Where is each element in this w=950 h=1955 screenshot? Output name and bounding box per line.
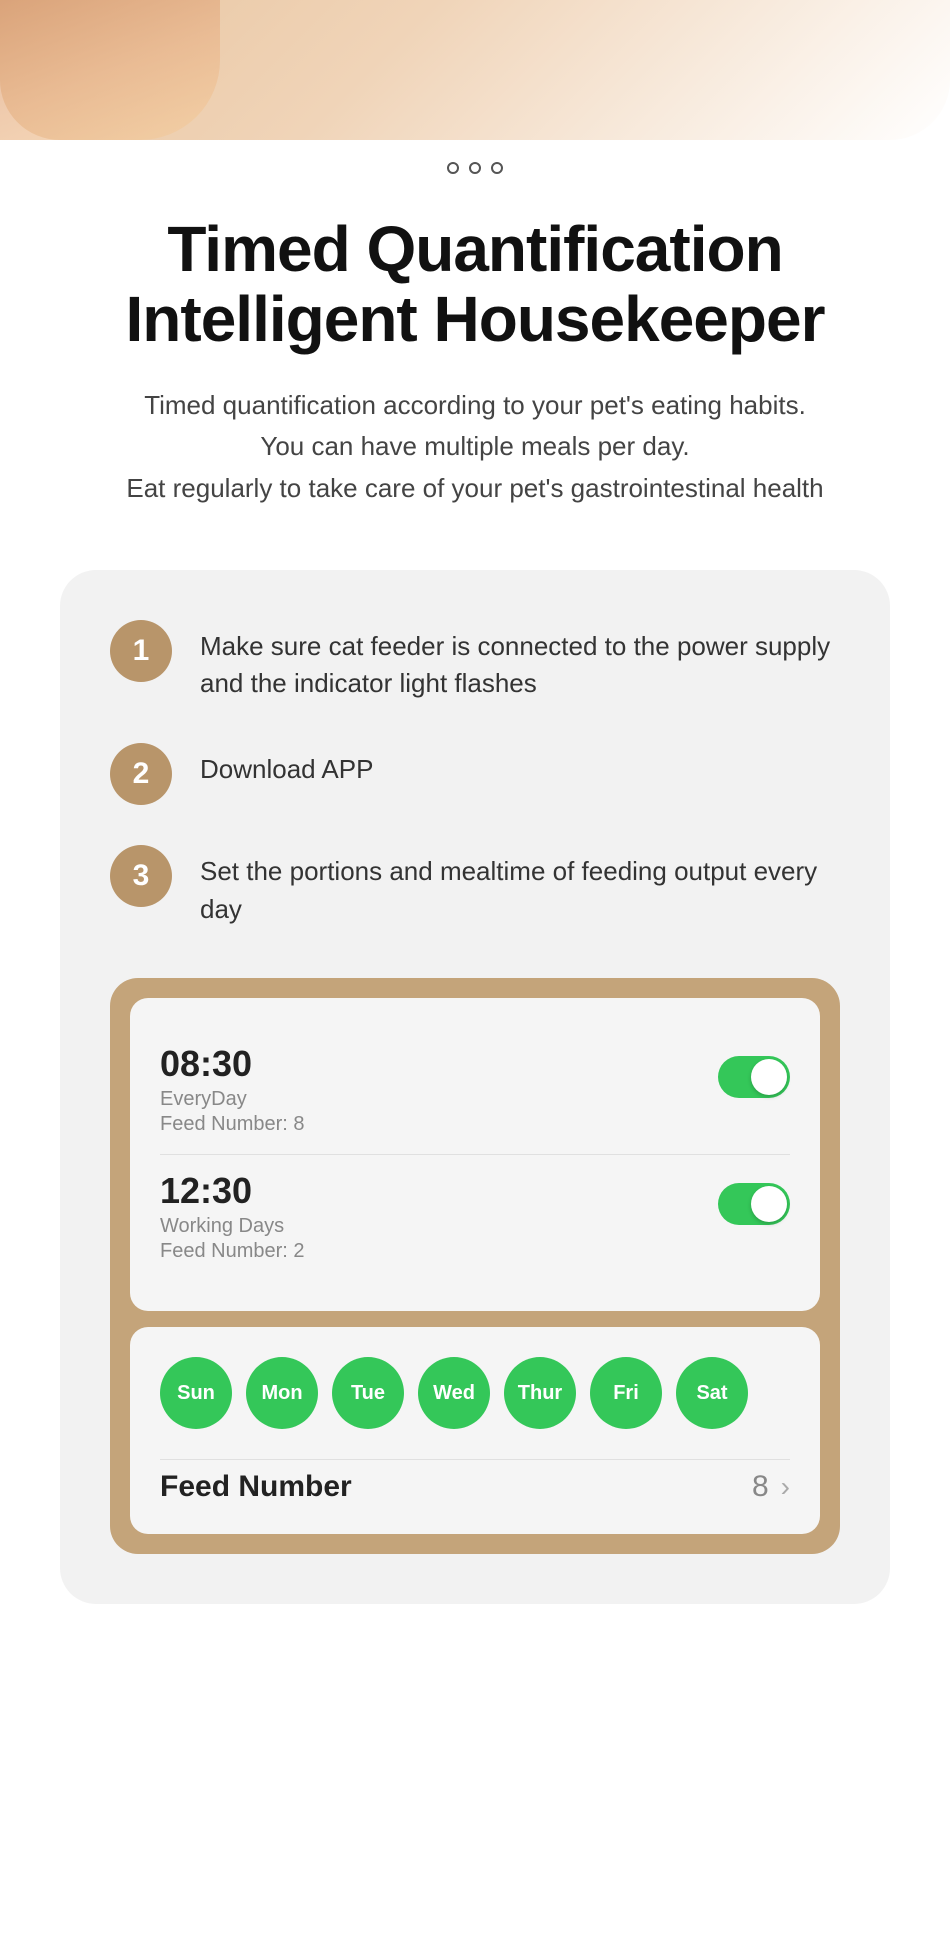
step-text-1: Make sure cat feeder is connected to the… bbox=[200, 620, 840, 703]
schedule-details-2: Working Days Feed Number: 2 bbox=[160, 1215, 305, 1263]
feed-number-label: Feed Number bbox=[160, 1470, 352, 1504]
schedule-time-1: 08:30 bbox=[160, 1046, 305, 1082]
toggle-knob-2 bbox=[751, 1186, 787, 1222]
chevron-right-icon: › bbox=[781, 1471, 790, 1503]
feed-number-right: 8 › bbox=[752, 1470, 790, 1504]
page-subtitle: Timed quantification according to your p… bbox=[30, 385, 920, 510]
step-text-2: Download APP bbox=[200, 743, 840, 789]
feed-number-value: 8 bbox=[752, 1470, 769, 1504]
day-thur[interactable]: Thur bbox=[504, 1357, 576, 1429]
schedule-repeat-2: Working Days bbox=[160, 1215, 305, 1238]
day-fri[interactable]: Fri bbox=[590, 1357, 662, 1429]
day-sat[interactable]: Sat bbox=[676, 1357, 748, 1429]
feed-number-row[interactable]: Feed Number 8 › bbox=[160, 1459, 790, 1504]
dot-2 bbox=[469, 162, 481, 174]
schedule-outer-card: 08:30 EveryDay Feed Number: 8 12:30 Work… bbox=[110, 978, 840, 1554]
step-item-3: 3 Set the portions and mealtime of feedi… bbox=[110, 845, 840, 928]
main-card: 1 Make sure cat feeder is connected to t… bbox=[60, 570, 890, 1605]
toggle-2[interactable] bbox=[718, 1183, 790, 1225]
schedule-info-1: 08:30 EveryDay Feed Number: 8 bbox=[160, 1046, 305, 1136]
step-item-1: 1 Make sure cat feeder is connected to t… bbox=[110, 620, 840, 703]
schedule-details-1: EveryDay Feed Number: 8 bbox=[160, 1088, 305, 1136]
schedule-time-2: 12:30 bbox=[160, 1173, 305, 1209]
schedule-inner-card: 08:30 EveryDay Feed Number: 8 12:30 Work… bbox=[130, 998, 820, 1311]
step-text-3: Set the portions and mealtime of feeding… bbox=[200, 845, 840, 928]
steps-list: 1 Make sure cat feeder is connected to t… bbox=[110, 620, 840, 929]
top-image-area bbox=[0, 0, 950, 140]
toggle-knob-1 bbox=[751, 1059, 787, 1095]
dot-1 bbox=[447, 162, 459, 174]
schedule-repeat-1: EveryDay bbox=[160, 1088, 305, 1111]
day-tue[interactable]: Tue bbox=[332, 1357, 404, 1429]
schedule-info-2: 12:30 Working Days Feed Number: 2 bbox=[160, 1173, 305, 1263]
day-wed[interactable]: Wed bbox=[418, 1357, 490, 1429]
step-number-3: 3 bbox=[110, 845, 172, 907]
skin-decoration bbox=[0, 0, 220, 140]
toggle-1[interactable] bbox=[718, 1056, 790, 1098]
schedule-feed-2: Feed Number: 2 bbox=[160, 1240, 305, 1263]
schedule-entry-1: 08:30 EveryDay Feed Number: 8 bbox=[160, 1028, 790, 1154]
page-dots bbox=[0, 140, 950, 184]
hero-section: Timed Quantification Intelligent Houseke… bbox=[0, 184, 950, 530]
page-title: Timed Quantification Intelligent Houseke… bbox=[30, 214, 920, 355]
step-item-2: 2 Download APP bbox=[110, 743, 840, 805]
schedule-entry-2: 12:30 Working Days Feed Number: 2 bbox=[160, 1154, 790, 1281]
step-number-1: 1 bbox=[110, 620, 172, 682]
days-row: Sun Mon Tue Wed Thur Fri Sat bbox=[160, 1357, 790, 1429]
day-mon[interactable]: Mon bbox=[246, 1357, 318, 1429]
days-feed-card: Sun Mon Tue Wed Thur Fri Sat bbox=[130, 1327, 820, 1534]
dot-3 bbox=[491, 162, 503, 174]
schedule-feed-1: Feed Number: 8 bbox=[160, 1113, 305, 1136]
step-number-2: 2 bbox=[110, 743, 172, 805]
day-sun[interactable]: Sun bbox=[160, 1357, 232, 1429]
